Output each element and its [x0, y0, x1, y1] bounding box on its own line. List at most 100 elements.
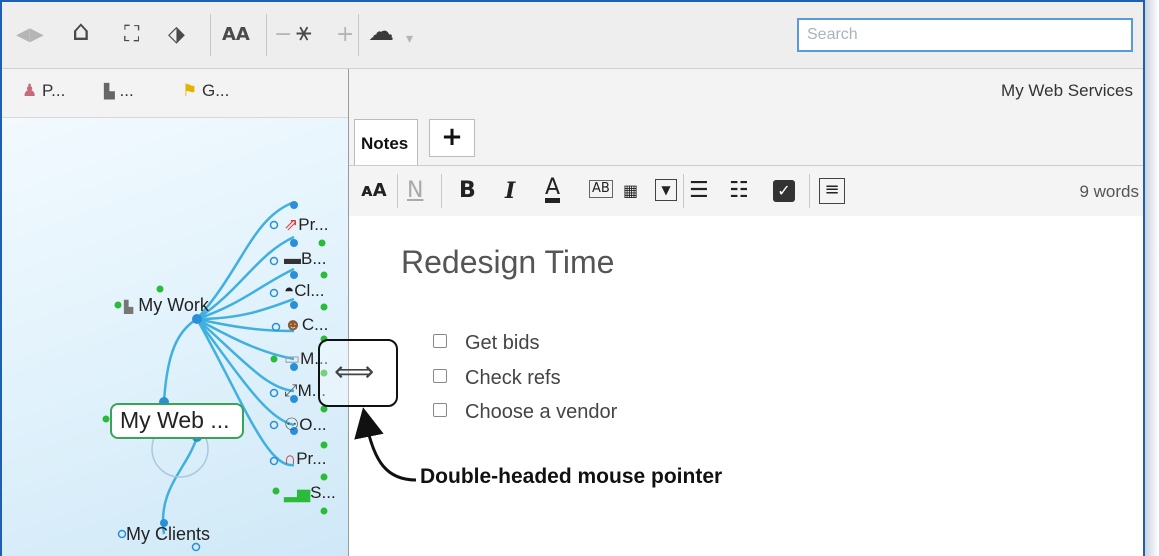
subtopic-label: B...	[301, 249, 327, 268]
subtopic-item[interactable]: ▬B...	[284, 249, 327, 269]
notes-editor[interactable]: Redesign Time Get bids Check refs Choose…	[349, 216, 1143, 556]
toolbar-divider	[397, 174, 398, 208]
checkbox-icon[interactable]: ✓	[773, 180, 795, 202]
tag-icon[interactable]: ⬗	[168, 20, 185, 50]
toolbar-divider	[210, 14, 211, 56]
task-checkbox[interactable]	[433, 403, 447, 417]
briefcase-icon: ▬	[284, 249, 301, 268]
open-dot	[269, 220, 279, 230]
green-dot	[320, 507, 328, 515]
green-dot	[318, 239, 326, 247]
subtopic-item[interactable]: ∩Pr...	[284, 449, 326, 469]
format-toolbar: ᴀA N B I A AB ▦ ▼ ☰ ☷ ✓ ≡ 9 words	[349, 165, 1143, 217]
task-item[interactable]: Check refs	[433, 367, 561, 390]
collapse-minus-icon[interactable]: −	[274, 20, 292, 50]
branch-lines	[161, 201, 295, 535]
annotation-caption: Double-headed mouse pointer	[420, 465, 723, 488]
topic-my-clients[interactable]: My Clients	[126, 524, 210, 545]
task-item[interactable]: Get bids	[433, 332, 539, 355]
green-dot	[320, 473, 328, 481]
cloud-icon[interactable]: ☁	[368, 17, 394, 47]
resize-cursor-icon: ⟺	[334, 355, 375, 388]
highlight-icon[interactable]: AB	[589, 180, 613, 198]
map-filter-icon[interactable]: ⛶	[124, 20, 139, 50]
add-tab-button[interactable]: +	[429, 119, 475, 157]
pointer-callout-box: ⟺	[318, 339, 398, 407]
numbered-list-icon[interactable]: ☷	[729, 178, 749, 204]
table-icon[interactable]: ▦	[623, 178, 638, 204]
bullet-list-icon[interactable]: ☰	[689, 178, 709, 204]
subtopic-label: Cl...	[294, 281, 325, 300]
toolbar-divider	[441, 174, 442, 208]
green-dot	[320, 441, 328, 449]
search-input[interactable]: Search	[797, 18, 1133, 52]
blue-node-dots	[159, 201, 298, 527]
green-dot	[270, 355, 278, 363]
paragraph-align-icon[interactable]: ≡	[819, 178, 845, 204]
toolbar-divider	[809, 174, 810, 208]
task-label: Check refs	[465, 367, 561, 389]
central-topic[interactable]: My Web ...	[110, 403, 244, 439]
font-color-icon[interactable]: A	[545, 177, 561, 203]
subtopic-item[interactable]: ◓Cl...	[284, 281, 325, 301]
task-checkbox[interactable]	[433, 369, 447, 383]
link-icon: ⤢	[284, 381, 298, 400]
person-icon: ☻	[284, 315, 302, 334]
dropdown-icon[interactable]: ▼	[655, 179, 677, 201]
app-window: ◀▶ ⌂ ⛶ ⬗ AA − ⚹ + ☁ ▾ Search ♟ P... ▙ ..…	[0, 0, 1145, 556]
green-dot	[156, 285, 164, 293]
hat-icon: ◓	[284, 281, 295, 300]
open-dot	[269, 288, 279, 298]
green-dot	[102, 415, 110, 423]
subtopic-label: Pr...	[296, 449, 327, 468]
clear-format-icon[interactable]: N	[407, 178, 423, 204]
task-item[interactable]: Choose a vendor	[433, 401, 617, 424]
task-checkbox[interactable]	[433, 334, 447, 348]
toolbar-divider	[683, 174, 684, 208]
subtopic-item[interactable]: ⚇O...	[284, 415, 327, 435]
note-heading[interactable]: Redesign Time	[401, 244, 614, 281]
book-icon: ▭	[284, 349, 301, 368]
branch-line	[195, 318, 295, 467]
central-topic-label: My Web ...	[120, 407, 230, 433]
bold-icon[interactable]: B	[459, 178, 476, 204]
topic-my-work[interactable]: ▙ My Work	[124, 295, 209, 316]
open-dot	[269, 256, 279, 266]
mind-map-pane[interactable]: ♟ P... ▙ ... ⚑ G... ▙ My Work My Web ...…	[2, 69, 349, 556]
green-dot	[320, 303, 328, 311]
open-dot	[117, 529, 127, 539]
subtopic-label: O...	[299, 415, 327, 434]
map-layout-icon[interactable]: ⚹	[296, 17, 312, 47]
node-dot	[290, 239, 298, 247]
network-icon: ⚇	[284, 415, 300, 434]
italic-icon[interactable]: I	[505, 178, 515, 204]
expand-plus-icon[interactable]: +	[336, 20, 354, 50]
topic-title: My Web Services	[1001, 81, 1133, 100]
bar-chart-icon: ▂▅	[284, 483, 311, 502]
building-icon: ▙	[124, 300, 134, 314]
magnet-icon: ∩	[284, 449, 297, 468]
tab-notes[interactable]: Notes	[354, 119, 418, 165]
branch-line	[161, 436, 199, 535]
home-icon[interactable]: ⌂	[72, 16, 90, 46]
back-forward-icon[interactable]: ◀▶	[16, 20, 44, 50]
green-dot	[320, 271, 328, 279]
window-shadow	[1145, 0, 1159, 556]
font-size-icon[interactable]: ᴀA	[361, 178, 387, 204]
open-node-dots	[117, 220, 281, 552]
subtopic-label: Pr...	[298, 215, 329, 234]
subtopic-item[interactable]: ⇗Pr...	[284, 215, 328, 235]
subtopic-label: C...	[301, 315, 329, 334]
word-count: 9 words	[1079, 182, 1139, 201]
branch-line	[162, 317, 198, 403]
font-size-icon[interactable]: AA	[222, 20, 250, 50]
toolbar-divider	[266, 14, 267, 56]
topic-my-clients-label: My Clients	[126, 524, 211, 544]
open-dot	[269, 420, 279, 430]
subtopic-item[interactable]: ☻C...	[284, 315, 328, 335]
cloud-dropdown-icon[interactable]: ▾	[406, 24, 413, 54]
node-dot	[290, 301, 298, 309]
task-label: Choose a vendor	[465, 401, 618, 423]
subtopic-item[interactable]: ▂▅S...	[284, 483, 336, 503]
green-dot	[114, 301, 122, 309]
